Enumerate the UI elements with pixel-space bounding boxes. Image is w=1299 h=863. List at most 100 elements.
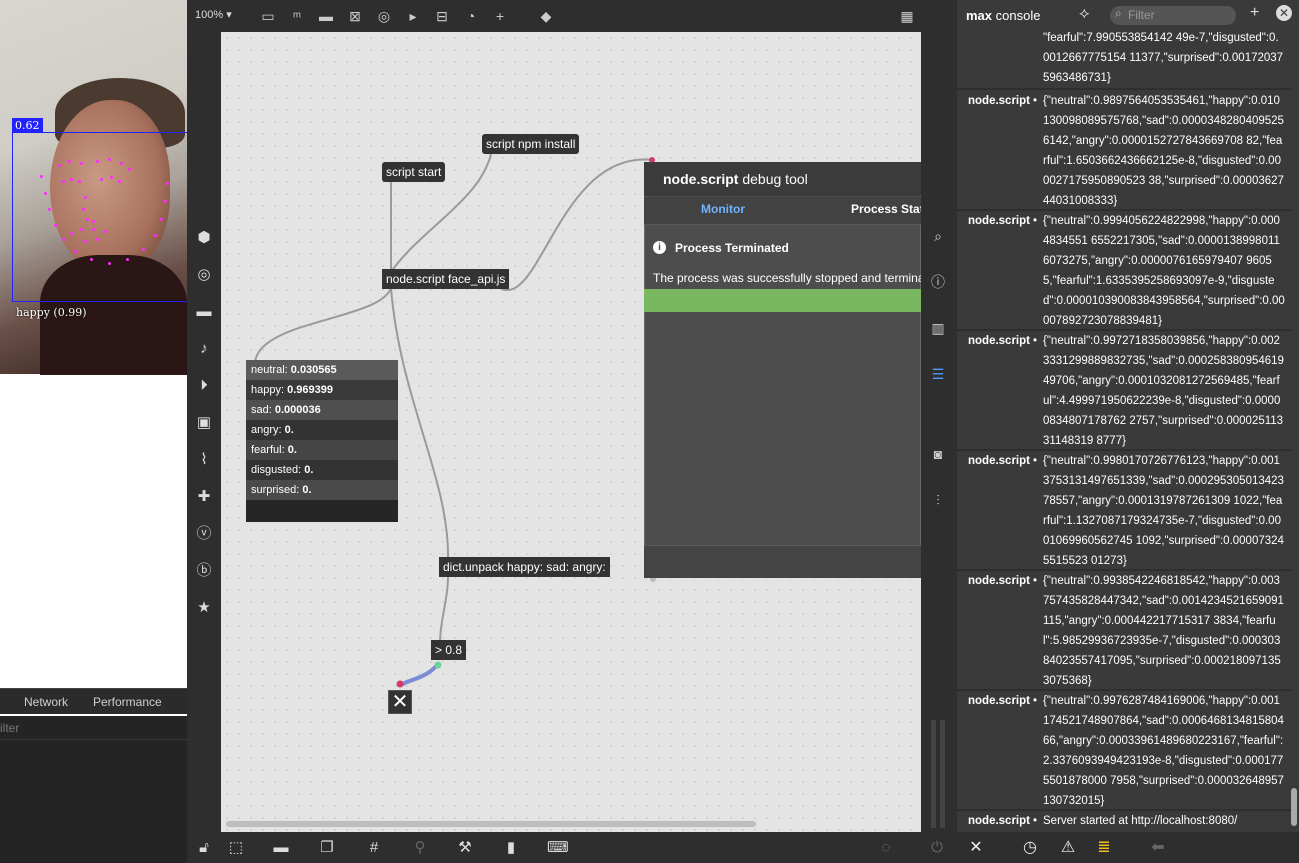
snapshot-icon[interactable]: ◙ (928, 444, 948, 464)
toggle-object[interactable]: ✕ (388, 690, 412, 714)
dict-row-happy: happy: 0.969399 (246, 380, 398, 400)
node-script-object[interactable]: node.script face_api.js (382, 269, 510, 289)
console-entry[interactable]: node.script • {"neutral":0.99385422468185… (957, 571, 1291, 691)
console-entry-text: {"neutral":0.9994056224822998,"happy":0.… (1043, 215, 1285, 327)
tab-monitor[interactable]: Monitor (701, 202, 745, 216)
grid-icon[interactable]: ▦ (897, 6, 917, 26)
compare-object[interactable]: > 0.8 (431, 640, 467, 660)
star-icon[interactable]: ★ (195, 599, 213, 617)
paint-bucket-icon[interactable]: ◆ (536, 6, 556, 26)
debug-tool-footer (644, 545, 921, 578)
console-entry-source: node.script (968, 695, 1030, 707)
paperclip-icon[interactable]: ⌇ (195, 451, 213, 469)
music-note-icon[interactable]: ♪ (195, 340, 213, 358)
dial-object-icon[interactable]: ◔ (461, 6, 481, 26)
info-icon: i (653, 241, 666, 254)
console-entry[interactable]: node.script • {"neutral":0.99940562248229… (957, 211, 1291, 331)
search-icon[interactable]: ⌕ (928, 226, 948, 246)
console-entry[interactable]: node.script • {"neutral":0.99762874841690… (957, 691, 1291, 811)
mixer-icon[interactable]: ⫶ (928, 490, 948, 510)
dict-key: surprised: (251, 484, 300, 496)
warning-icon[interactable]: ⚠ (1058, 838, 1078, 858)
dsp-loading-icon[interactable]: ◌ (876, 838, 896, 858)
devtools-tab-performance[interactable]: Performance (93, 695, 162, 709)
target-icon[interactable]: ◎ (195, 266, 213, 284)
dict-row-sad: sad: 0.000036 (246, 400, 398, 420)
horizontal-scrollbar[interactable] (226, 821, 756, 827)
script-start-message[interactable]: script start (382, 162, 446, 182)
image-icon[interactable]: ▣ (195, 414, 213, 432)
routing-icon[interactable]: ⚲ (410, 838, 430, 858)
console-entry-separator: • (1033, 215, 1038, 227)
dict-value: 0.030565 (290, 364, 337, 376)
console-scrollbar[interactable] (1291, 788, 1297, 826)
comment-bubble-icon[interactable]: ▬ (271, 838, 291, 858)
console-entry[interactable]: node.script • {"neutral":0.99801707267761… (957, 451, 1291, 571)
console-entry-source: node.script (968, 815, 1030, 827)
dict-unpack-object[interactable]: dict.unpack happy: sad: angry: (439, 557, 610, 577)
devtools-filter-input[interactable]: ilter (0, 716, 187, 740)
console-entry-separator: • (1033, 815, 1038, 827)
console-entry-source: node.script (968, 455, 1030, 467)
dict-row-disgusted: disgusted: 0. (246, 460, 398, 480)
presentation-icon[interactable]: ▭ (258, 6, 278, 26)
slider-object-icon[interactable]: ▸ (403, 6, 423, 26)
back-arrow-icon[interactable]: ⬅ (1148, 838, 1168, 858)
dict-key: disgusted: (251, 464, 302, 476)
lock-icon[interactable]: 🔓︎ (194, 838, 214, 858)
process-message: The process was successfully stopped and… (653, 271, 942, 285)
vizzie-icon[interactable]: ⓥ (195, 525, 213, 543)
toggle-object-icon[interactable]: ⊠ (345, 6, 365, 26)
console-filter-input[interactable]: Filter (1110, 6, 1236, 25)
reference-icon[interactable]: ▥ (928, 318, 948, 338)
devtools-tab-network[interactable]: Network (24, 695, 68, 709)
console-entry-text: {"neutral":0.9972718358039856,"happy":0.… (1043, 335, 1284, 447)
patcher-left-sidebar (187, 32, 221, 832)
zoom-menu[interactable]: 100% ▾ (195, 8, 232, 21)
debug-title-bold: node.script (663, 171, 739, 187)
add-object-icon[interactable]: + (490, 6, 510, 26)
tab-process-stats[interactable]: Process Stats (851, 202, 930, 216)
close-icon[interactable]: ✕ (1276, 5, 1292, 21)
search-filter-icon: ⌕ (1115, 6, 1122, 20)
keyboard-icon[interactable]: ⌨ (547, 838, 569, 858)
dict-value: 0. (304, 464, 314, 476)
plug-icon[interactable]: ✚ (195, 488, 213, 506)
piano-icon[interactable]: ▮ (501, 838, 521, 858)
console-entry[interactable]: "fearful":7.990553854142 49e-7,"disguste… (957, 28, 1291, 90)
dict-key: sad: (251, 404, 272, 416)
stack-icon[interactable]: ≣ (1094, 838, 1114, 858)
dict-row-neutral: neutral: 0.030565 (246, 360, 398, 380)
timestamp-icon[interactable]: ◷ (1020, 838, 1040, 858)
console-title: max console (966, 8, 1040, 23)
npm-install-message[interactable]: script npm install (482, 134, 580, 154)
face-detection-box (12, 132, 192, 302)
console-list-icon[interactable]: ☰ (928, 364, 948, 384)
console-entry[interactable]: node.script • {"neutral":0.98975640535354… (957, 91, 1291, 211)
wrench-icon[interactable]: ⚒ (455, 838, 475, 858)
bus-icon[interactable]: ▬ (195, 303, 213, 321)
button-object-icon[interactable]: ◎ (374, 6, 394, 26)
grid-snap-icon[interactable]: # (364, 838, 384, 858)
beap-icon[interactable]: ⓑ (195, 562, 213, 580)
presentation-mode-icon[interactable]: ⬚ (226, 838, 246, 858)
tag-filter-icon[interactable]: ⟡ (1079, 5, 1090, 23)
hslider-object-icon[interactable]: ⊟ (432, 6, 452, 26)
console-entry[interactable]: node.script • {"neutral":0.99727183580398… (957, 331, 1291, 451)
debug-title-rest: debug tool (742, 171, 808, 187)
devtools-body (0, 740, 187, 863)
clear-console-icon[interactable]: ✕ (966, 838, 986, 858)
media-icon[interactable]: ⏵ (195, 377, 213, 395)
message-object-icon[interactable]: ᵐ (287, 6, 307, 26)
console-entry-separator: • (1033, 455, 1038, 467)
comment-icon[interactable]: ▬ (316, 6, 336, 26)
add-icon[interactable]: + (1250, 4, 1259, 22)
console-entry-separator: • (1033, 575, 1038, 587)
devtools-tabs: Network Performance (0, 688, 187, 714)
dict-value: 0. (284, 424, 294, 436)
cube-icon[interactable]: ⬢ (195, 229, 213, 247)
power-icon[interactable]: ⏻ (927, 838, 947, 858)
inspector-icon[interactable]: ⓘ (928, 272, 948, 292)
console-entry[interactable]: node.script • Server started at http://lo… (957, 811, 1291, 832)
windows-icon[interactable]: ❐ (317, 838, 337, 858)
